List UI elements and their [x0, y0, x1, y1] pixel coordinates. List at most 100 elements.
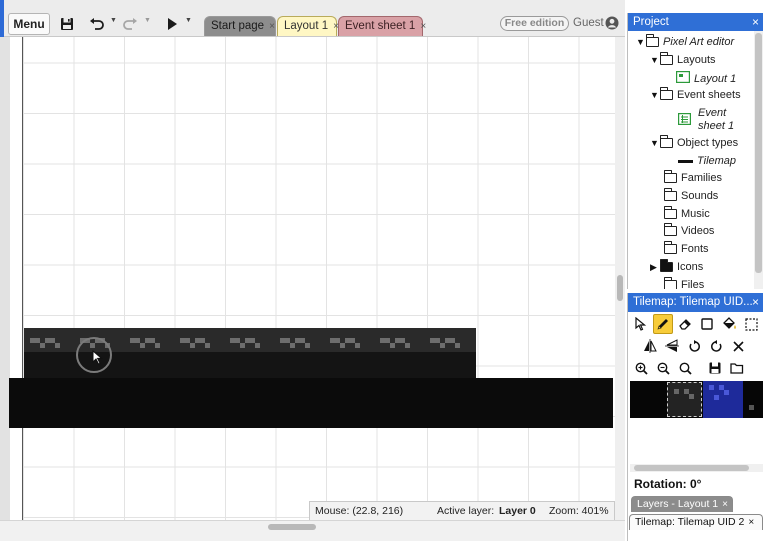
window-edge [0, 0, 4, 37]
tab-tilemap-uid-2[interactable]: Tilemap: Tilemap UID 2 × [629, 514, 763, 530]
tree-item-fonts[interactable]: Fonts [664, 241, 709, 255]
collapse-arrow-icon[interactable]: ▶ [650, 262, 660, 273]
tile-palette[interactable] [630, 381, 763, 418]
tile [180, 338, 222, 352]
close-icon[interactable]: × [748, 517, 754, 528]
folder-icon [660, 87, 673, 100]
undo-dropdown-icon[interactable]: ▼ [110, 17, 117, 24]
tile [130, 338, 172, 352]
tab-label: Start page [211, 20, 265, 32]
selected-tile[interactable] [667, 382, 702, 417]
tree-item-files[interactable]: Files [664, 277, 704, 289]
zoom-level: Zoom: 401% [549, 505, 609, 517]
scroll-thumb[interactable] [634, 465, 749, 471]
scroll-thumb[interactable] [755, 33, 762, 273]
zoom-in-icon[interactable] [631, 358, 651, 378]
tree-root-project[interactable]: ▼ Pixel Art editor [636, 34, 735, 48]
tree-label: Pixel Art editor [663, 36, 735, 48]
project-panel-scrollbar[interactable] [754, 31, 763, 289]
play-dropdown-icon[interactable]: ▼ [185, 17, 192, 24]
tab-start-page[interactable]: Start page × [204, 16, 276, 36]
scroll-thumb[interactable] [617, 275, 623, 301]
tree-item-event-sheets[interactable]: ▼ Event sheets [650, 87, 741, 101]
tab-event-sheet-1[interactable]: Event sheet 1 × [338, 16, 426, 36]
save-tileset-icon[interactable] [705, 358, 725, 378]
edition-badge[interactable]: Free edition [500, 16, 569, 31]
tab-label: Tilemap: Tilemap UID 2 [635, 516, 745, 528]
layout-grid[interactable] [22, 37, 615, 520]
tree-item-event-sheet-1[interactable]: Event sheet 1 [678, 107, 734, 133]
open-tileset-icon[interactable] [727, 358, 747, 378]
tab-label: Layout 1 [284, 20, 329, 32]
expand-arrow-icon[interactable]: ▼ [650, 90, 660, 100]
play-icon[interactable] [164, 14, 180, 34]
redo-icon[interactable] [121, 14, 139, 34]
menu-button[interactable]: Menu [8, 13, 50, 35]
rotate-cw-icon[interactable] [706, 336, 726, 356]
tilemap-row-bottom[interactable] [9, 378, 613, 428]
pencil-tool-icon[interactable] [653, 314, 673, 334]
event-sheet-icon [678, 113, 692, 128]
undo-icon[interactable] [88, 14, 106, 34]
tree-label: Icons [677, 261, 704, 273]
mouse-position: Mouse: (22.8, 216) [315, 505, 404, 517]
folder-icon [660, 259, 673, 272]
active-layer-label: Active layer: [437, 505, 495, 517]
tab-layers-layout-1[interactable]: Layers - Layout 1 × [631, 496, 733, 512]
folder-icon [660, 135, 673, 148]
redo-dropdown-icon[interactable]: ▼ [144, 17, 151, 24]
tab-label: Layers - Layout 1 [637, 498, 719, 510]
zoom-reset-icon[interactable] [675, 358, 695, 378]
tree-label: Music [681, 208, 710, 220]
tree-label: Event sheets [677, 89, 741, 101]
expand-arrow-icon[interactable]: ▼ [636, 37, 646, 47]
tab-label: Event sheet 1 [345, 20, 416, 32]
canvas-margin [0, 37, 10, 520]
flip-vertical-icon[interactable] [662, 336, 682, 356]
close-icon[interactable]: × [752, 293, 759, 311]
canvas-horizontal-scrollbar[interactable] [0, 520, 625, 541]
tree-item-families[interactable]: Families [664, 170, 722, 184]
tree-item-sounds[interactable]: Sounds [664, 188, 718, 202]
tree-item-object-types[interactable]: ▼ Object types [650, 135, 739, 149]
select-tool-icon[interactable] [631, 314, 651, 334]
layout-canvas[interactable] [0, 37, 625, 520]
folder-icon [646, 34, 659, 47]
reset-transform-icon[interactable] [728, 336, 748, 356]
tile [30, 338, 72, 352]
zoom-out-icon[interactable] [653, 358, 673, 378]
tile-blue[interactable] [703, 381, 743, 418]
expand-arrow-icon[interactable]: ▼ [650, 138, 660, 148]
eraser-tool-icon[interactable] [675, 314, 695, 334]
close-icon[interactable]: × [420, 21, 426, 32]
canvas-vertical-scrollbar[interactable] [615, 37, 625, 520]
rotate-ccw-icon[interactable] [684, 336, 704, 356]
tree-label: Object types [677, 137, 739, 149]
project-panel-header: Project × [628, 13, 763, 31]
close-icon[interactable]: × [752, 13, 759, 31]
tree-label: Tilemap [697, 155, 737, 167]
tree-label: Videos [681, 225, 715, 237]
flip-horizontal-icon[interactable] [640, 336, 660, 356]
tree-item-music[interactable]: Music [664, 206, 710, 220]
close-icon[interactable]: × [269, 21, 275, 32]
scroll-thumb[interactable] [268, 524, 316, 530]
tilemap-panel-scrollbar[interactable] [630, 464, 763, 472]
expand-arrow-icon[interactable]: ▼ [650, 55, 660, 65]
folder-icon [660, 52, 673, 65]
save-icon[interactable] [58, 14, 76, 34]
tree-item-layout-1[interactable]: Layout 1 [676, 71, 736, 86]
tree-item-tilemap[interactable]: Tilemap [678, 155, 736, 167]
fill-tool-icon[interactable] [719, 314, 739, 334]
marquee-tool-icon[interactable] [741, 314, 761, 334]
main-toolbar: Menu ▼ ▼ ▼ Start page × Layout 1 × Event s… [0, 0, 625, 37]
tab-layout-1[interactable]: Layout 1 × [277, 16, 339, 36]
user-icon[interactable] [605, 16, 619, 33]
rectangle-tool-icon[interactable] [697, 314, 717, 334]
tree-item-layouts[interactable]: ▼ Layouts [650, 52, 716, 66]
tree-item-videos[interactable]: Videos [664, 223, 715, 237]
user-label: Guest [573, 17, 604, 29]
tree-label: Families [681, 172, 722, 184]
close-icon[interactable]: × [722, 499, 728, 510]
tree-item-icons[interactable]: ▶ Icons [650, 259, 704, 273]
